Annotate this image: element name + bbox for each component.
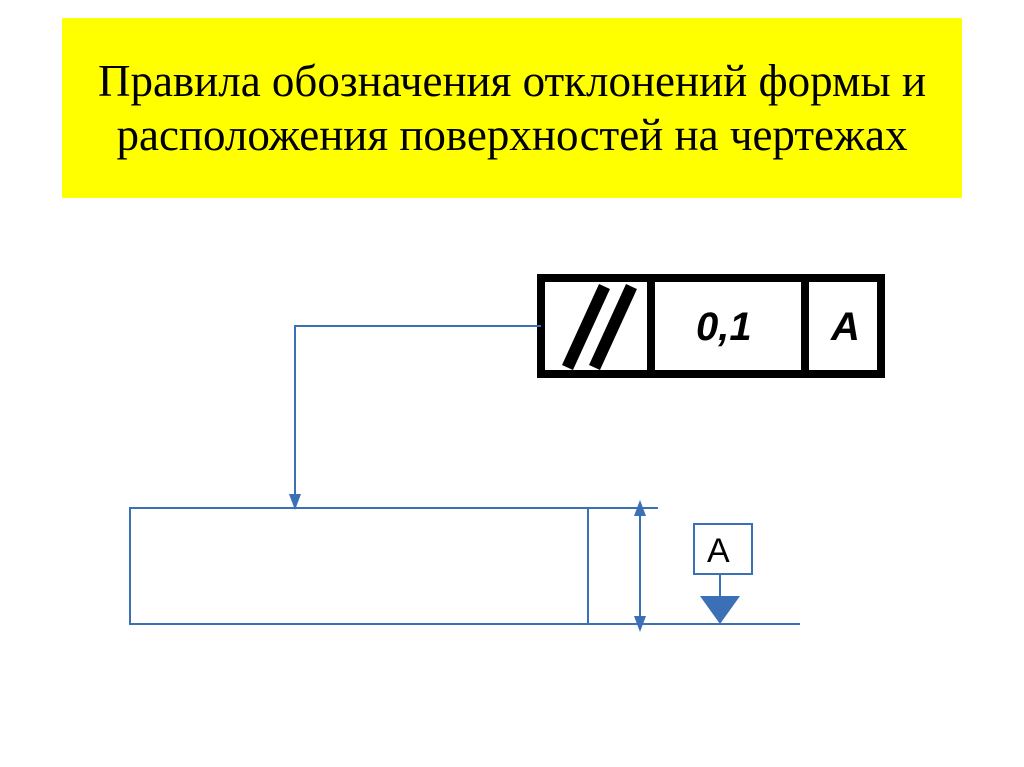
- parallelism-icon: [570, 292, 629, 362]
- datum-label-box: [694, 524, 752, 574]
- frame-datum-letter: A: [830, 305, 860, 349]
- title-box: Правила обозначения отклонений формы и р…: [62, 18, 962, 198]
- feature-control-frame: 0,1 A: [541, 278, 881, 374]
- dimension-line: [588, 500, 658, 632]
- leader-line: [289, 326, 541, 510]
- datum-triangle-icon: [700, 596, 740, 624]
- slide-title: Правила обозначения отклонений формы и р…: [62, 48, 962, 168]
- part-rectangle: [130, 508, 588, 624]
- tolerance-value: 0,1: [696, 305, 752, 349]
- datum-label-letter: А: [707, 532, 730, 570]
